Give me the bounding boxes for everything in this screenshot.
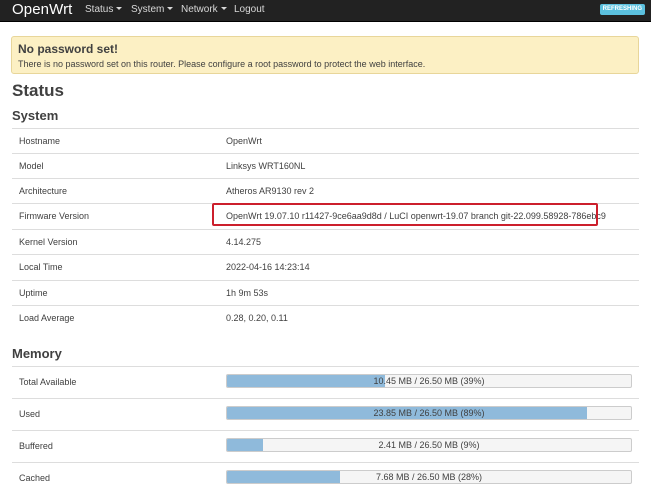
row-value-model: Linksys WRT160NL bbox=[226, 161, 306, 171]
row-value-local-time: 2022-04-16 14:23:14 bbox=[226, 262, 310, 272]
refreshing-badge[interactable]: REFRESHING bbox=[599, 4, 645, 15]
table-row: Model Linksys WRT160NL bbox=[12, 153, 639, 179]
brand-logo[interactable]: OpenWrt bbox=[12, 1, 72, 18]
caret-down-icon bbox=[116, 7, 123, 10]
row-key-firmware-version: Firmware Version bbox=[19, 211, 90, 221]
row-key-hostname: Hostname bbox=[19, 136, 61, 146]
no-password-alert: No password set! There is no password se… bbox=[11, 36, 639, 74]
progress-bar-buffered: 2.41 MB / 26.50 MB (9%) bbox=[226, 438, 632, 452]
nav-menu-network[interactable]: Network bbox=[181, 4, 227, 15]
row-key-total-available: Total Available bbox=[19, 377, 77, 387]
table-row: Used 23.85 MB / 26.50 MB (89%) bbox=[12, 398, 639, 430]
table-row: Hostname OpenWrt bbox=[12, 128, 639, 154]
system-heading: System bbox=[12, 108, 59, 123]
nav-menu-network-label: Network bbox=[181, 4, 218, 15]
table-row: Buffered 2.41 MB / 26.50 MB (9%) bbox=[12, 430, 639, 462]
row-key-kernel-version: Kernel Version bbox=[19, 237, 78, 247]
table-row: Kernel Version 4.14.275 bbox=[12, 229, 639, 255]
progress-bar-total-available: 10.45 MB / 26.50 MB (39%) bbox=[226, 374, 632, 388]
row-key-cached: Cached bbox=[19, 473, 51, 483]
nav-menu-logout[interactable]: Logout bbox=[234, 4, 265, 15]
row-value-uptime: 1h 9m 53s bbox=[226, 288, 269, 298]
row-key-architecture: Architecture bbox=[19, 186, 68, 196]
alert-title: No password set! bbox=[18, 42, 119, 56]
top-navbar: OpenWrt Status System Network Logout REF… bbox=[0, 0, 651, 22]
nav-menu-status[interactable]: Status bbox=[85, 4, 123, 15]
page-title: Status bbox=[12, 81, 64, 100]
row-key-local-time: Local Time bbox=[19, 262, 63, 272]
firmware-highlight-box bbox=[212, 203, 598, 226]
row-value-kernel-version: 4.14.275 bbox=[226, 237, 262, 247]
nav-menu-logout-label: Logout bbox=[234, 4, 265, 15]
row-key-load-average: Load Average bbox=[19, 313, 75, 323]
row-key-uptime: Uptime bbox=[19, 288, 48, 298]
progress-bar-text: 23.85 MB / 26.50 MB (89%) bbox=[373, 408, 485, 418]
progress-bar-cached: 7.68 MB / 26.50 MB (28%) bbox=[226, 470, 632, 484]
row-value-hostname: OpenWrt bbox=[226, 136, 262, 146]
progress-bar-text: 2.41 MB / 26.50 MB (9%) bbox=[378, 440, 480, 450]
table-row: Local Time 2022-04-16 14:23:14 bbox=[12, 254, 639, 280]
table-row: Architecture Atheros AR9130 rev 2 bbox=[12, 178, 639, 204]
row-value-architecture: Atheros AR9130 rev 2 bbox=[226, 186, 315, 196]
row-key-buffered: Buffered bbox=[19, 441, 53, 451]
memory-heading: Memory bbox=[12, 346, 62, 361]
progress-bar-used: 23.85 MB / 26.50 MB (89%) bbox=[226, 406, 632, 420]
alert-text: There is no password set on this router.… bbox=[18, 59, 426, 69]
row-key-used: Used bbox=[19, 409, 41, 419]
caret-down-icon bbox=[167, 7, 174, 10]
nav-menu-status-label: Status bbox=[85, 4, 114, 15]
table-row: Cached 7.68 MB / 26.50 MB (28%) bbox=[12, 462, 639, 494]
table-row: Total Available 10.45 MB / 26.50 MB (39%… bbox=[12, 366, 639, 398]
progress-bar-text: 7.68 MB / 26.50 MB (28%) bbox=[375, 472, 483, 482]
row-key-model: Model bbox=[19, 161, 44, 171]
nav-menu-system-label: System bbox=[131, 4, 165, 15]
caret-down-icon bbox=[220, 7, 227, 10]
nav-menu-system[interactable]: System bbox=[131, 4, 174, 15]
progress-bar-text: 10.45 MB / 26.50 MB (39%) bbox=[373, 376, 485, 386]
table-row: Load Average 0.28, 0.20, 0.11 bbox=[12, 305, 639, 331]
row-value-load-average: 0.28, 0.20, 0.11 bbox=[226, 313, 288, 323]
table-row: Uptime 1h 9m 53s bbox=[12, 280, 639, 306]
